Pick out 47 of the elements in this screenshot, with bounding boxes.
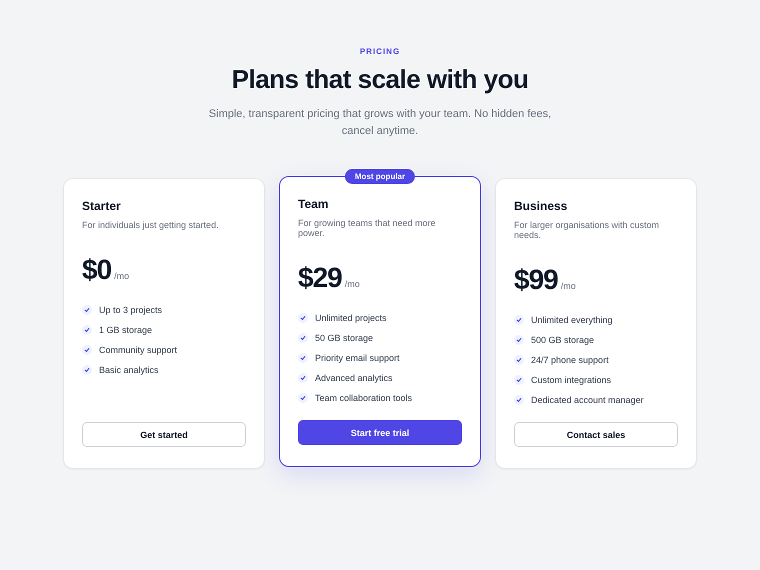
plan-name: Business (514, 199, 568, 213)
plan-button[interactable]: Start free trial (298, 420, 462, 445)
check-icon (514, 315, 524, 325)
check-icon (82, 365, 92, 375)
section-label: PRICING (360, 47, 400, 56)
check-icon (514, 375, 524, 385)
price-period: /mo (114, 271, 130, 281)
feature-text: 500 GB storage (531, 334, 594, 346)
check-icon (298, 313, 308, 323)
price-period: /mo (344, 279, 360, 289)
plan-description: For growing teams that need more power. (298, 218, 437, 238)
check-icon (514, 395, 524, 405)
check-icon (82, 325, 92, 335)
page-subtitle: Simple, transparent pricing that grows with your team. No hidden fees, cancel anytime. (208, 107, 552, 139)
feature-text: Team collaboration tools (315, 392, 412, 404)
feature-text: Basic analytics (99, 364, 159, 376)
check-icon (298, 373, 308, 383)
feature-text: Custom integrations (531, 374, 612, 386)
plan-button[interactable]: Get started (82, 422, 246, 447)
plan-description: For larger organisations with custom needs. (514, 220, 660, 240)
check-icon (298, 393, 308, 403)
plan-name: Starter (82, 199, 122, 213)
feature-text: Advanced analytics (315, 372, 393, 384)
plan-price: $99 (514, 264, 558, 296)
check-icon (514, 355, 524, 365)
plan-price: $0 (82, 254, 112, 286)
feature-text: Unlimited everything (531, 314, 613, 326)
plan-button[interactable]: Contact sales (514, 422, 678, 447)
feature-text: 24/7 phone support (531, 354, 609, 366)
check-icon (298, 333, 308, 343)
price-period: /mo (560, 281, 576, 291)
feature-text: Unlimited projects (315, 312, 387, 324)
feature-text: Priority email support (315, 352, 400, 364)
check-icon (82, 345, 92, 355)
feature-text: Community support (99, 344, 178, 356)
plan-description: For individuals just getting started. (82, 220, 220, 230)
check-icon (514, 335, 524, 345)
feature-text: Up to 3 projects (99, 304, 162, 316)
plan-price: $29 (298, 262, 342, 294)
page-title: Plans that scale with you (232, 64, 528, 95)
feature-text: Dedicated account manager (531, 394, 644, 406)
check-icon (298, 353, 308, 363)
check-icon (82, 305, 92, 315)
plan-name: Team (298, 197, 330, 211)
popular-badge: Most popular (344, 169, 416, 184)
feature-text: 50 GB storage (315, 332, 374, 344)
feature-text: 1 GB storage (99, 324, 152, 336)
